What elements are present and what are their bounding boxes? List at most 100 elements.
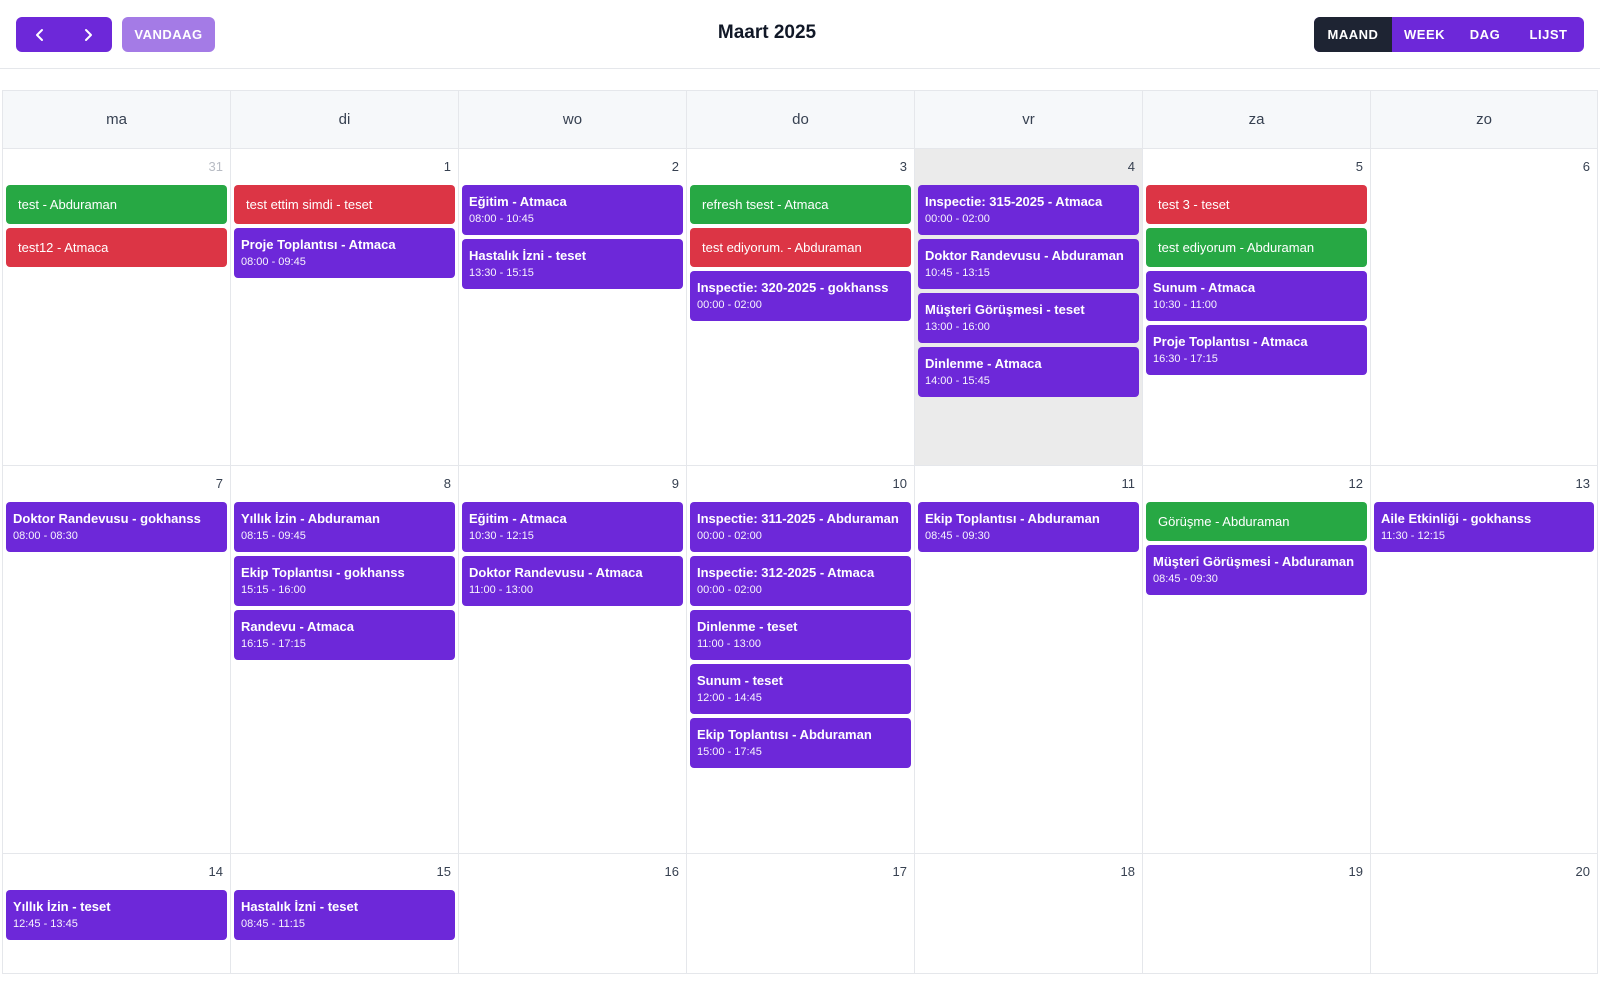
calendar-event[interactable]: Hastalık İzni - teset 13:30 - 15:15: [462, 239, 683, 289]
day-cell[interactable]: 5 test 3 - teset test ediyorum - Abduraman…: [1142, 149, 1370, 465]
day-number[interactable]: 20: [1576, 864, 1590, 879]
day-cell[interactable]: 31 test - Abduraman test12 - Atmaca: [2, 149, 230, 465]
calendar-event[interactable]: Yıllık İzin - Abduraman 08:15 - 09:45: [234, 502, 455, 552]
event-title: test12 - Atmaca: [18, 240, 109, 255]
day-number[interactable]: 10: [893, 476, 907, 491]
day-cell[interactable]: 4 Inspectie: 315-2025 - Atmaca 00:00 - 02:…: [914, 149, 1142, 465]
calendar-event[interactable]: Proje Toplantısı - Atmaca 08:00 - 09:45: [234, 228, 455, 278]
calendar-event[interactable]: Ekip Toplantısı - gokhanss 15:15 - 16:00: [234, 556, 455, 606]
day-cell[interactable]: 14 Yıllık İzin - teset 12:45 - 13:45: [2, 854, 230, 973]
calendar-event[interactable]: Görüşme - Abduraman: [1146, 502, 1367, 541]
day-number[interactable]: 4: [1128, 159, 1135, 174]
calendar-event[interactable]: test 3 - teset: [1146, 185, 1367, 224]
day-number[interactable]: 19: [1349, 864, 1363, 879]
calendar-event[interactable]: Doktor Randevusu - Atmaca 11:00 - 13:00: [462, 556, 683, 606]
day-number[interactable]: 3: [900, 159, 907, 174]
event-time: 00:00 - 02:00: [697, 584, 762, 596]
calendar-event[interactable]: Eğitim - Atmaca 08:00 - 10:45: [462, 185, 683, 235]
day-number[interactable]: 15: [437, 864, 451, 879]
calendar-event[interactable]: refresh tsest - Atmaca: [690, 185, 911, 224]
event-title: Yıllık İzin - teset: [13, 899, 111, 914]
day-cell[interactable]: 13 Aile Etkinliği - gokhanss 11:30 - 12:15: [1370, 466, 1598, 853]
calendar-event[interactable]: Ekip Toplantısı - Abduraman 15:00 - 17:45: [690, 718, 911, 768]
day-number[interactable]: 31: [209, 159, 223, 174]
calendar-toolbar: VANDAAG Maart 2025 MAAND WEEK DAG LIJST: [0, 0, 1600, 69]
day-cell[interactable]: 11 Ekip Toplantısı - Abduraman 08:45 - 09:…: [914, 466, 1142, 853]
calendar-event[interactable]: Sunum - teset 12:00 - 14:45: [690, 664, 911, 714]
calendar-event[interactable]: Hastalık İzni - teset 08:45 - 11:15: [234, 890, 455, 940]
event-title: Müşteri Görüşmesi - teset: [925, 302, 1085, 317]
day-cell[interactable]: 18: [914, 854, 1142, 973]
day-cell[interactable]: 10 Inspectie: 311-2025 - Abduraman 00:00 -…: [686, 466, 914, 853]
weekday-header: vr: [914, 91, 1142, 148]
calendar-event[interactable]: Eğitim - Atmaca 10:30 - 12:15: [462, 502, 683, 552]
month-grid: ma di wo do vr za zo 31 test - Abduraman t…: [2, 90, 1598, 990]
day-events: Yıllık İzin - teset 12:45 - 13:45: [6, 890, 227, 944]
day-cell[interactable]: 16: [458, 854, 686, 973]
day-number[interactable]: 18: [1121, 864, 1135, 879]
calendar-event[interactable]: Doktor Randevusu - Abduraman 10:45 - 13:1…: [918, 239, 1139, 289]
day-cell[interactable]: 8 Yıllık İzin - Abduraman 08:15 - 09:45 Eki…: [230, 466, 458, 853]
calendar-event[interactable]: test ediyorum - Abduraman: [1146, 228, 1367, 267]
event-title: test ediyorum. - Abduraman: [702, 240, 862, 255]
calendar-event[interactable]: Müşteri Görüşmesi - Abduraman 08:45 - 09:…: [1146, 545, 1367, 595]
calendar-event[interactable]: Sunum - Atmaca 10:30 - 11:00: [1146, 271, 1367, 321]
calendar-event[interactable]: Ekip Toplantısı - Abduraman 08:45 - 09:30: [918, 502, 1139, 552]
day-events: Yıllık İzin - Abduraman 08:15 - 09:45 Ekip…: [234, 502, 455, 664]
day-cell[interactable]: 20: [1370, 854, 1598, 973]
day-number[interactable]: 8: [444, 476, 451, 491]
calendar-event[interactable]: test - Abduraman: [6, 185, 227, 224]
day-events: Inspectie: 311-2025 - Abduraman 00:00 - 0…: [690, 502, 911, 772]
day-cell[interactable]: 15 Hastalık İzni - teset 08:45 - 11:15: [230, 854, 458, 973]
calendar-event[interactable]: test ediyorum. - Abduraman: [690, 228, 911, 267]
weekday-header-row: ma di wo do vr za zo: [2, 90, 1598, 149]
view-week-button[interactable]: WEEK: [1392, 17, 1457, 52]
event-title: Doktor Randevusu - Atmaca: [469, 565, 643, 580]
day-number[interactable]: 1: [444, 159, 451, 174]
event-title: test ediyorum - Abduraman: [1158, 240, 1315, 255]
day-cell[interactable]: 2 Eğitim - Atmaca 08:00 - 10:45 Hastalık İz…: [458, 149, 686, 465]
day-number[interactable]: 17: [893, 864, 907, 879]
event-title: Dinlenme - teset: [697, 619, 798, 634]
day-number[interactable]: 9: [672, 476, 679, 491]
event-time: 08:45 - 11:15: [241, 918, 306, 930]
day-cell[interactable]: 3 refresh tsest - Atmaca test ediyorum. - …: [686, 149, 914, 465]
day-number[interactable]: 7: [216, 476, 223, 491]
day-number[interactable]: 6: [1583, 159, 1590, 174]
view-month-button[interactable]: MAAND: [1314, 17, 1392, 52]
day-cell[interactable]: 6: [1370, 149, 1598, 465]
calendar-event[interactable]: Inspectie: 320-2025 - gokhanss 00:00 - 02…: [690, 271, 911, 321]
week-row: 31 test - Abduraman test12 - Atmaca 1 test e…: [2, 149, 1598, 466]
calendar-event[interactable]: Inspectie: 315-2025 - Atmaca 00:00 - 02:0…: [918, 185, 1139, 235]
view-day-button[interactable]: DAG: [1457, 17, 1513, 52]
day-number[interactable]: 11: [1122, 476, 1136, 491]
calendar-event[interactable]: Inspectie: 311-2025 - Abduraman 00:00 - 0…: [690, 502, 911, 552]
day-cell[interactable]: 17: [686, 854, 914, 973]
calendar-event[interactable]: Doktor Randevusu - gokhanss 08:00 - 08:30: [6, 502, 227, 552]
calendar-event[interactable]: Inspectie: 312-2025 - Atmaca 00:00 - 02:0…: [690, 556, 911, 606]
view-list-button[interactable]: LIJST: [1513, 17, 1584, 52]
event-time: 11:00 - 13:00: [469, 584, 534, 596]
calendar-event[interactable]: Proje Toplantısı - Atmaca 16:30 - 17:15: [1146, 325, 1367, 375]
day-number[interactable]: 12: [1349, 476, 1363, 491]
calendar-event[interactable]: Yıllık İzin - teset 12:45 - 13:45: [6, 890, 227, 940]
day-cell[interactable]: 7 Doktor Randevusu - gokhanss 08:00 - 08:3…: [2, 466, 230, 853]
day-number[interactable]: 16: [665, 864, 679, 879]
day-cell[interactable]: 12 Görüşme - Abduraman Müşteri Görüşmesi -…: [1142, 466, 1370, 853]
calendar-event[interactable]: Müşteri Görüşmesi - teset 13:00 - 16:00: [918, 293, 1139, 343]
day-cell[interactable]: 19: [1142, 854, 1370, 973]
calendar-event[interactable]: test ettim simdi - teset: [234, 185, 455, 224]
day-cell[interactable]: 9 Eğitim - Atmaca 10:30 - 12:15 Doktor Rand…: [458, 466, 686, 853]
day-number[interactable]: 5: [1356, 159, 1363, 174]
calendar-event[interactable]: Aile Etkinliği - gokhanss 11:30 - 12:15: [1374, 502, 1594, 552]
day-events: refresh tsest - Atmaca test ediyorum. - A…: [690, 185, 911, 325]
calendar-event[interactable]: Dinlenme - teset 11:00 - 13:00: [690, 610, 911, 660]
day-number[interactable]: 2: [672, 159, 679, 174]
day-number[interactable]: 13: [1576, 476, 1590, 491]
calendar-event[interactable]: Randevu - Atmaca 16:15 - 17:15: [234, 610, 455, 660]
day-events: Inspectie: 315-2025 - Atmaca 00:00 - 02:0…: [918, 185, 1139, 401]
calendar-event[interactable]: test12 - Atmaca: [6, 228, 227, 267]
day-number[interactable]: 14: [209, 864, 223, 879]
day-cell[interactable]: 1 test ettim simdi - teset Proje Toplantıs…: [230, 149, 458, 465]
calendar-event[interactable]: Dinlenme - Atmaca 14:00 - 15:45: [918, 347, 1139, 397]
